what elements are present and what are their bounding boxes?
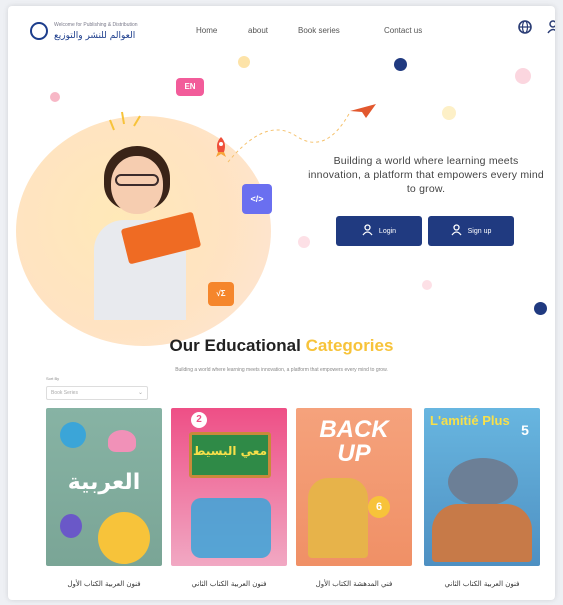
elephant-decoration xyxy=(448,458,518,506)
decor-dot xyxy=(515,68,531,84)
monster-decoration xyxy=(60,514,82,538)
filter-value: Book Series xyxy=(51,390,78,396)
hero-girl-glasses xyxy=(115,174,159,186)
filter-label: Sort By xyxy=(46,376,60,381)
book-card[interactable]: العربية xyxy=(46,408,162,566)
logo-arabic: العوالم للنشر والتوزيع xyxy=(54,31,136,41)
signup-button[interactable]: Sign up xyxy=(428,216,514,246)
kids-decoration xyxy=(308,478,368,558)
octopus-decoration xyxy=(108,430,136,452)
decor-dot xyxy=(422,280,432,290)
sparkle-icon xyxy=(108,110,148,143)
kids-decoration xyxy=(432,504,532,562)
logo[interactable]: Welcome for Publishing & Distribution ال… xyxy=(30,18,170,44)
decor-dot xyxy=(298,236,310,248)
login-label: Login xyxy=(378,227,397,235)
logo-mark-icon xyxy=(30,22,48,40)
book-card-title[interactable]: فنون العربية الكتاب الثاني xyxy=(171,580,287,588)
book-card[interactable]: 2 معي البسيط xyxy=(171,408,287,566)
book-cover-title: العربية xyxy=(67,470,141,495)
login-button[interactable]: Login xyxy=(336,216,422,246)
decor-dot xyxy=(394,58,407,71)
page: Welcome for Publishing & Distribution ال… xyxy=(8,6,555,600)
nav-about[interactable]: about xyxy=(248,26,268,35)
book-cover-title: L'amitié Plus xyxy=(430,413,510,428)
globe-icon[interactable] xyxy=(518,20,532,34)
decor-dot xyxy=(442,106,456,120)
book-card[interactable]: BACK UP 6 xyxy=(296,408,412,566)
book-number: 6 xyxy=(368,496,390,518)
filter-select[interactable]: Book Series ⌄ xyxy=(46,386,148,400)
user-icon xyxy=(362,223,373,239)
tag-sum: √Σ xyxy=(208,282,234,306)
user-icon[interactable] xyxy=(546,20,555,34)
tag-en: EN xyxy=(176,78,204,96)
nav-home[interactable]: Home xyxy=(196,26,217,35)
nav-book-series[interactable]: Book series xyxy=(298,26,340,35)
nav-contact-us[interactable]: Contact us xyxy=(384,26,422,35)
book-card[interactable]: L'amitié Plus 5 xyxy=(424,408,540,566)
book-number: 2 xyxy=(191,412,207,428)
chevron-down-icon: ⌄ xyxy=(137,390,143,396)
book-card-title[interactable]: فنون العربية الكتاب الأول xyxy=(46,580,162,588)
decor-dot xyxy=(534,302,547,315)
user-icon xyxy=(451,223,462,239)
signup-label: Sign up xyxy=(467,227,492,235)
categories-title-highlight: Categories xyxy=(305,336,394,355)
categories-subtitle: Building a world where learning meets in… xyxy=(175,367,388,373)
book-cover-title: BACK UP xyxy=(319,416,389,467)
sun-decoration xyxy=(98,512,150,564)
kids-decoration xyxy=(191,498,271,558)
planet-decoration xyxy=(60,422,86,448)
logo-english: Welcome for Publishing & Distribution xyxy=(54,22,138,28)
book-card-title[interactable]: فني المدهشة الكتاب الأول xyxy=(296,580,412,588)
book-card-title[interactable]: فنون العربية الكتاب الثاني xyxy=(424,580,540,588)
tag-code: </> xyxy=(242,184,272,214)
book-number: 5 xyxy=(521,422,529,438)
hero-tagline: Building a world where learning meets in… xyxy=(308,155,544,195)
book-cover-title: معي البسيط xyxy=(193,444,267,458)
decor-dot xyxy=(238,56,250,68)
categories-title: Our Educational Categories xyxy=(8,336,555,356)
decor-dot xyxy=(50,92,60,102)
categories-title-main: Our Educational xyxy=(169,336,301,355)
